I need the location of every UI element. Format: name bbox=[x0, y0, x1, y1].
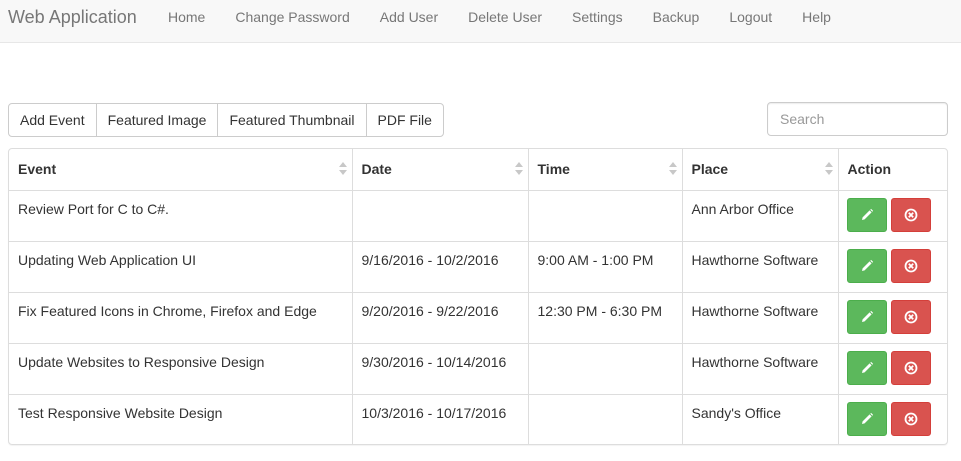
edit-button[interactable] bbox=[846, 299, 887, 334]
delete-button[interactable] bbox=[891, 401, 932, 436]
table-row: Update Websites to Responsive Design 9/3… bbox=[9, 343, 947, 395]
cell-date: 9/16/2016 - 10/2/2016 bbox=[352, 241, 529, 293]
nav-links: Home Change Password Add User Delete Use… bbox=[153, 0, 846, 43]
featured-thumbnail-button[interactable]: Featured Thumbnail bbox=[217, 103, 367, 137]
cell-date: 10/3/2016 - 10/17/2016 bbox=[352, 394, 529, 444]
pdf-file-button[interactable]: PDF File bbox=[365, 103, 444, 137]
cell-place: Sandy's Office bbox=[682, 394, 839, 444]
table-row: Review Port for C to C#. Ann Arbor Offic… bbox=[9, 190, 947, 242]
column-header-label: Time bbox=[537, 161, 570, 177]
featured-image-button[interactable]: Featured Image bbox=[95, 103, 219, 137]
column-header-event[interactable]: Event bbox=[9, 149, 353, 191]
cell-action bbox=[838, 394, 947, 444]
cell-event: Fix Featured Icons in Chrome, Firefox an… bbox=[9, 292, 353, 344]
delete-button[interactable] bbox=[891, 299, 932, 334]
remove-circle-icon bbox=[904, 412, 918, 425]
add-event-button[interactable]: Add Event bbox=[8, 103, 97, 137]
cell-event: Test Responsive Website Design bbox=[9, 394, 353, 444]
column-header-label: Event bbox=[18, 161, 57, 177]
column-header-place[interactable]: Place bbox=[682, 149, 839, 191]
sort-icon bbox=[338, 162, 347, 176]
pencil-icon bbox=[861, 412, 873, 424]
edit-button[interactable] bbox=[846, 197, 887, 232]
toolbar-button-group: Add Event Featured Image Featured Thumbn… bbox=[8, 103, 444, 137]
table-header-row: Event Date Time Place Action bbox=[9, 149, 947, 191]
remove-circle-icon bbox=[904, 259, 918, 272]
nav-add-user[interactable]: Add User bbox=[365, 0, 453, 43]
delete-button[interactable] bbox=[891, 248, 932, 283]
remove-circle-icon bbox=[904, 208, 918, 221]
nav-settings[interactable]: Settings bbox=[557, 0, 638, 43]
nav-change-password[interactable]: Change Password bbox=[220, 0, 364, 43]
pencil-icon bbox=[861, 361, 873, 373]
cell-place: Hawthorne Software bbox=[682, 241, 839, 293]
delete-button[interactable] bbox=[891, 197, 932, 232]
pencil-icon bbox=[861, 259, 873, 271]
search-input[interactable] bbox=[767, 102, 948, 136]
cell-time: 9:00 AM - 1:00 PM bbox=[528, 241, 683, 293]
cell-date: 9/20/2016 - 9/22/2016 bbox=[352, 292, 529, 344]
events-table: Event Date Time Place Action Review Port… bbox=[8, 148, 948, 445]
navbar-brand[interactable]: Web Application bbox=[8, 6, 137, 28]
edit-button[interactable] bbox=[846, 401, 887, 436]
column-header-label: Action bbox=[847, 161, 892, 177]
cell-event: Review Port for C to C#. bbox=[9, 190, 353, 242]
cell-date bbox=[352, 190, 529, 242]
nav-backup[interactable]: Backup bbox=[638, 0, 715, 43]
sort-icon bbox=[514, 162, 523, 176]
column-header-action: Action bbox=[838, 149, 947, 191]
column-header-label: Place bbox=[691, 161, 729, 177]
nav-logout[interactable]: Logout bbox=[714, 0, 787, 43]
cell-time bbox=[528, 190, 683, 242]
delete-button[interactable] bbox=[891, 350, 932, 385]
nav-home[interactable]: Home bbox=[153, 0, 220, 43]
edit-button[interactable] bbox=[846, 248, 887, 283]
cell-place: Ann Arbor Office bbox=[682, 190, 839, 242]
cell-time bbox=[528, 343, 683, 395]
cell-action bbox=[838, 292, 947, 344]
nav-delete-user[interactable]: Delete User bbox=[453, 0, 557, 43]
sort-icon bbox=[668, 162, 677, 176]
edit-button[interactable] bbox=[846, 350, 887, 385]
pencil-icon bbox=[861, 208, 873, 220]
cell-time bbox=[528, 394, 683, 444]
remove-circle-icon bbox=[904, 310, 918, 323]
cell-action bbox=[838, 190, 947, 242]
navbar: Web Application Home Change Password Add… bbox=[0, 0, 961, 43]
column-header-label: Date bbox=[361, 161, 392, 177]
table-row: Updating Web Application UI 9/16/2016 - … bbox=[9, 241, 947, 293]
remove-circle-icon bbox=[904, 361, 918, 374]
cell-action bbox=[838, 343, 947, 395]
table-row: Fix Featured Icons in Chrome, Firefox an… bbox=[9, 292, 947, 344]
cell-date: 9/30/2016 - 10/14/2016 bbox=[352, 343, 529, 395]
column-header-time[interactable]: Time bbox=[528, 149, 683, 191]
cell-action bbox=[838, 241, 947, 293]
cell-place: Hawthorne Software bbox=[682, 343, 839, 395]
sort-icon bbox=[824, 162, 833, 176]
nav-help[interactable]: Help bbox=[787, 0, 846, 43]
column-header-date[interactable]: Date bbox=[352, 149, 529, 191]
cell-time: 12:30 PM - 6:30 PM bbox=[528, 292, 683, 344]
cell-event: Update Websites to Responsive Design bbox=[9, 343, 353, 395]
pencil-icon bbox=[861, 310, 873, 322]
cell-place: Hawthorne Software bbox=[682, 292, 839, 344]
table-row: Test Responsive Website Design 10/3/2016… bbox=[9, 394, 947, 444]
cell-event: Updating Web Application UI bbox=[9, 241, 353, 293]
